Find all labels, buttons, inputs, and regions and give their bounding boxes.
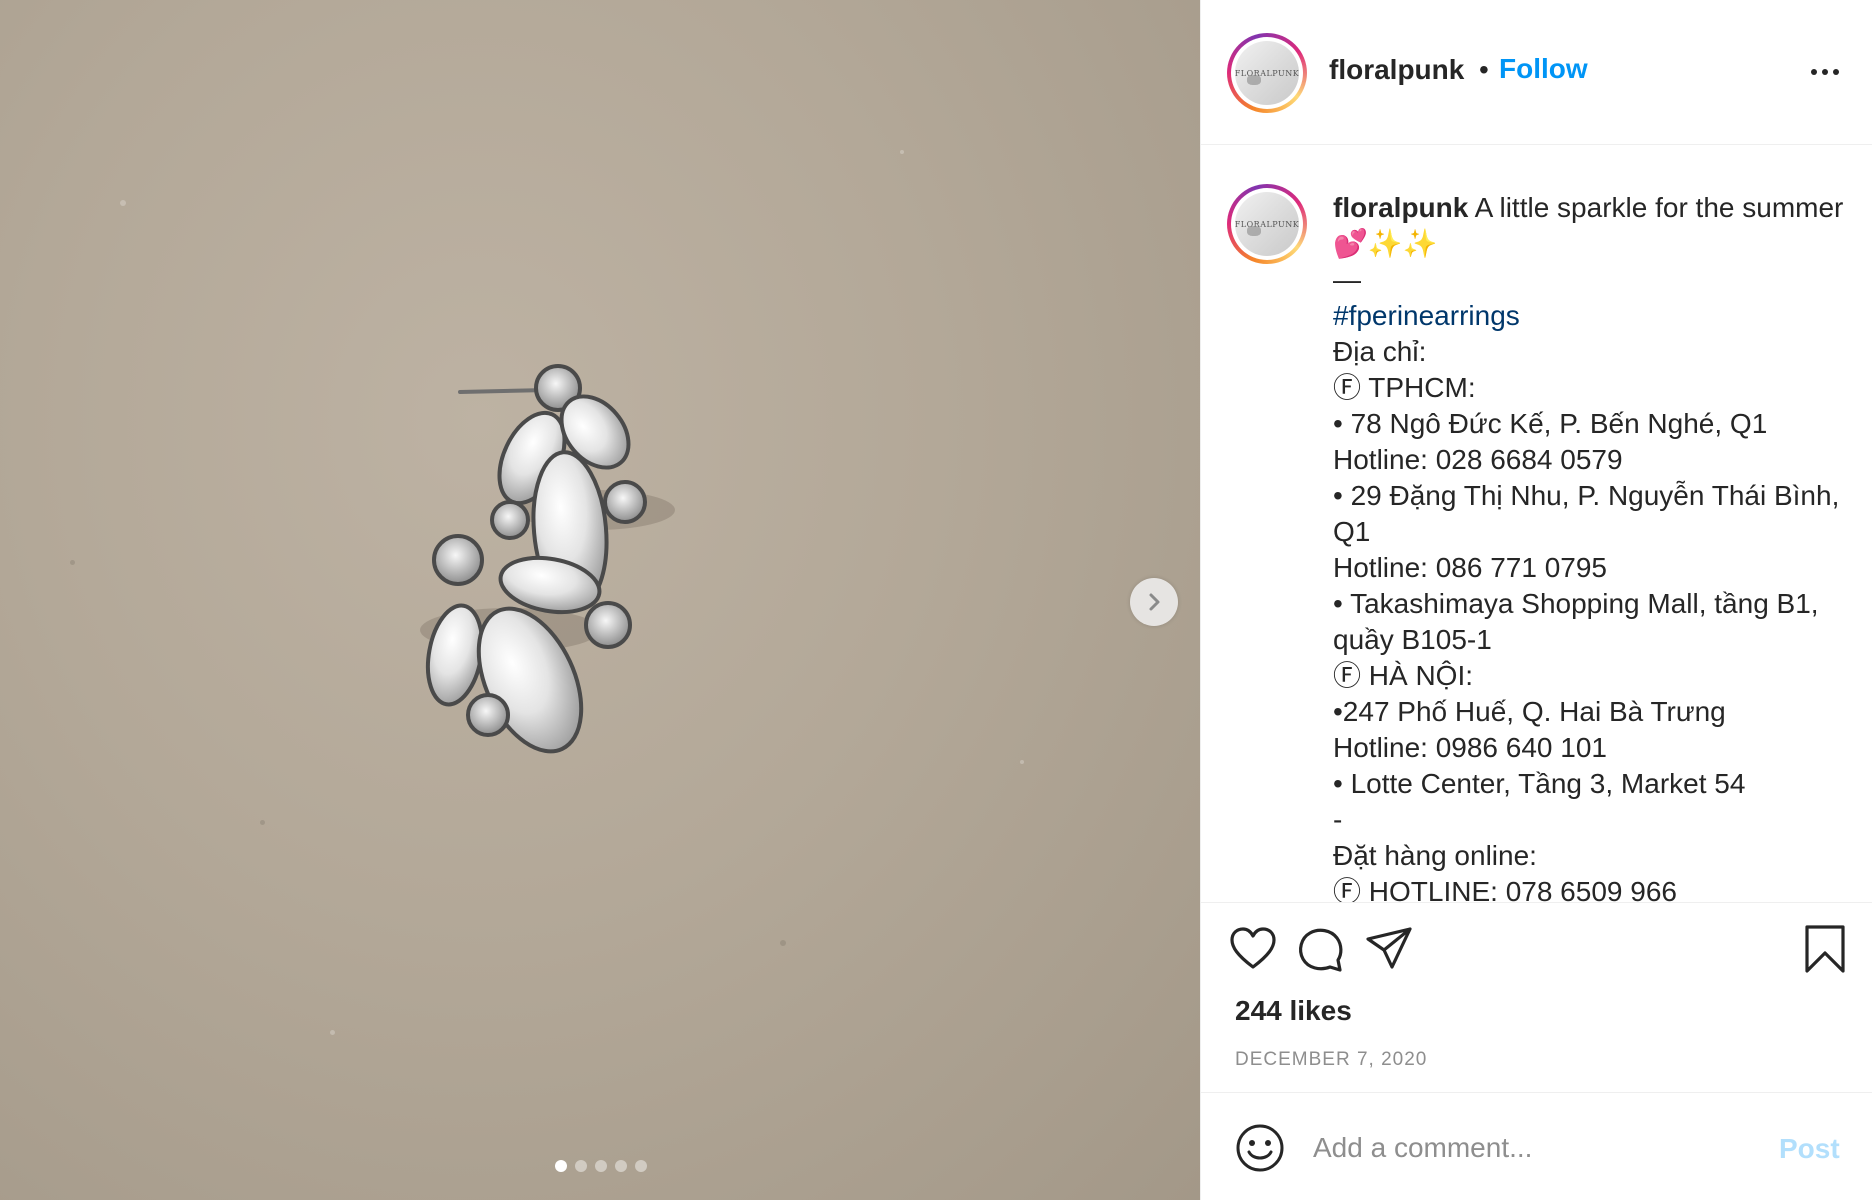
next-slide-button[interactable] <box>1130 578 1178 626</box>
post-comment-button[interactable]: Post <box>1779 1133 1840 1165</box>
author-avatar[interactable]: FLORALPUNK <box>1227 33 1307 113</box>
texture-speck <box>260 820 265 825</box>
bookmark-icon[interactable] <box>1799 923 1851 975</box>
texture-speck <box>120 200 126 206</box>
caption-body: Địa chỉ: Ⓕ TPHCM: • 78 Ngô Đức Kế, P. Bế… <box>1333 336 1840 902</box>
carousel-dot <box>555 1160 567 1172</box>
more-options-icon[interactable] <box>1805 57 1845 87</box>
follow-button[interactable]: Follow <box>1499 53 1588 85</box>
comment-icon[interactable] <box>1295 923 1347 975</box>
separator-dot: • <box>1479 54 1489 85</box>
texture-speck <box>330 1030 335 1035</box>
post-actions: 244 likes DECEMBER 7, 2020 <box>1201 902 1872 1092</box>
avatar-logo: FLORALPUNK <box>1235 219 1299 229</box>
post-header: FLORALPUNK floralpunk • Follow <box>1201 0 1872 145</box>
comment-box: Post <box>1201 1092 1872 1200</box>
heart-icon[interactable] <box>1227 923 1279 975</box>
carousel-indicator <box>555 1160 647 1172</box>
emoji-icon[interactable] <box>1235 1123 1285 1173</box>
texture-speck <box>900 150 904 154</box>
author-username[interactable]: floralpunk <box>1329 54 1464 86</box>
comment-input[interactable] <box>1313 1125 1753 1171</box>
carousel-dot <box>575 1160 587 1172</box>
carousel-dot <box>635 1160 647 1172</box>
post-image[interactable] <box>0 0 1200 1200</box>
post-sidebar: FLORALPUNK floralpunk • Follow FLORALPUN… <box>1200 0 1872 1200</box>
chevron-right-icon <box>1149 593 1160 611</box>
likes-count[interactable]: 244 likes <box>1235 995 1352 1027</box>
texture-speck <box>1020 760 1024 764</box>
carousel-dot <box>595 1160 607 1172</box>
share-icon[interactable] <box>1363 923 1415 975</box>
avatar-logo: FLORALPUNK <box>1235 68 1299 78</box>
caption-avatar[interactable]: FLORALPUNK <box>1227 184 1307 264</box>
caption-username[interactable]: floralpunk <box>1333 192 1468 223</box>
caption-section: FLORALPUNK floralpunk A little sparkle f… <box>1201 146 1872 902</box>
texture-speck <box>780 940 786 946</box>
hashtag-link[interactable]: #fperinearrings <box>1333 300 1520 331</box>
carousel-dot <box>615 1160 627 1172</box>
post-date[interactable]: DECEMBER 7, 2020 <box>1235 1049 1427 1071</box>
caption-text: floralpunk A little sparkle for the summ… <box>1333 190 1853 902</box>
texture-speck <box>70 560 75 565</box>
earrings-photo <box>420 364 675 754</box>
